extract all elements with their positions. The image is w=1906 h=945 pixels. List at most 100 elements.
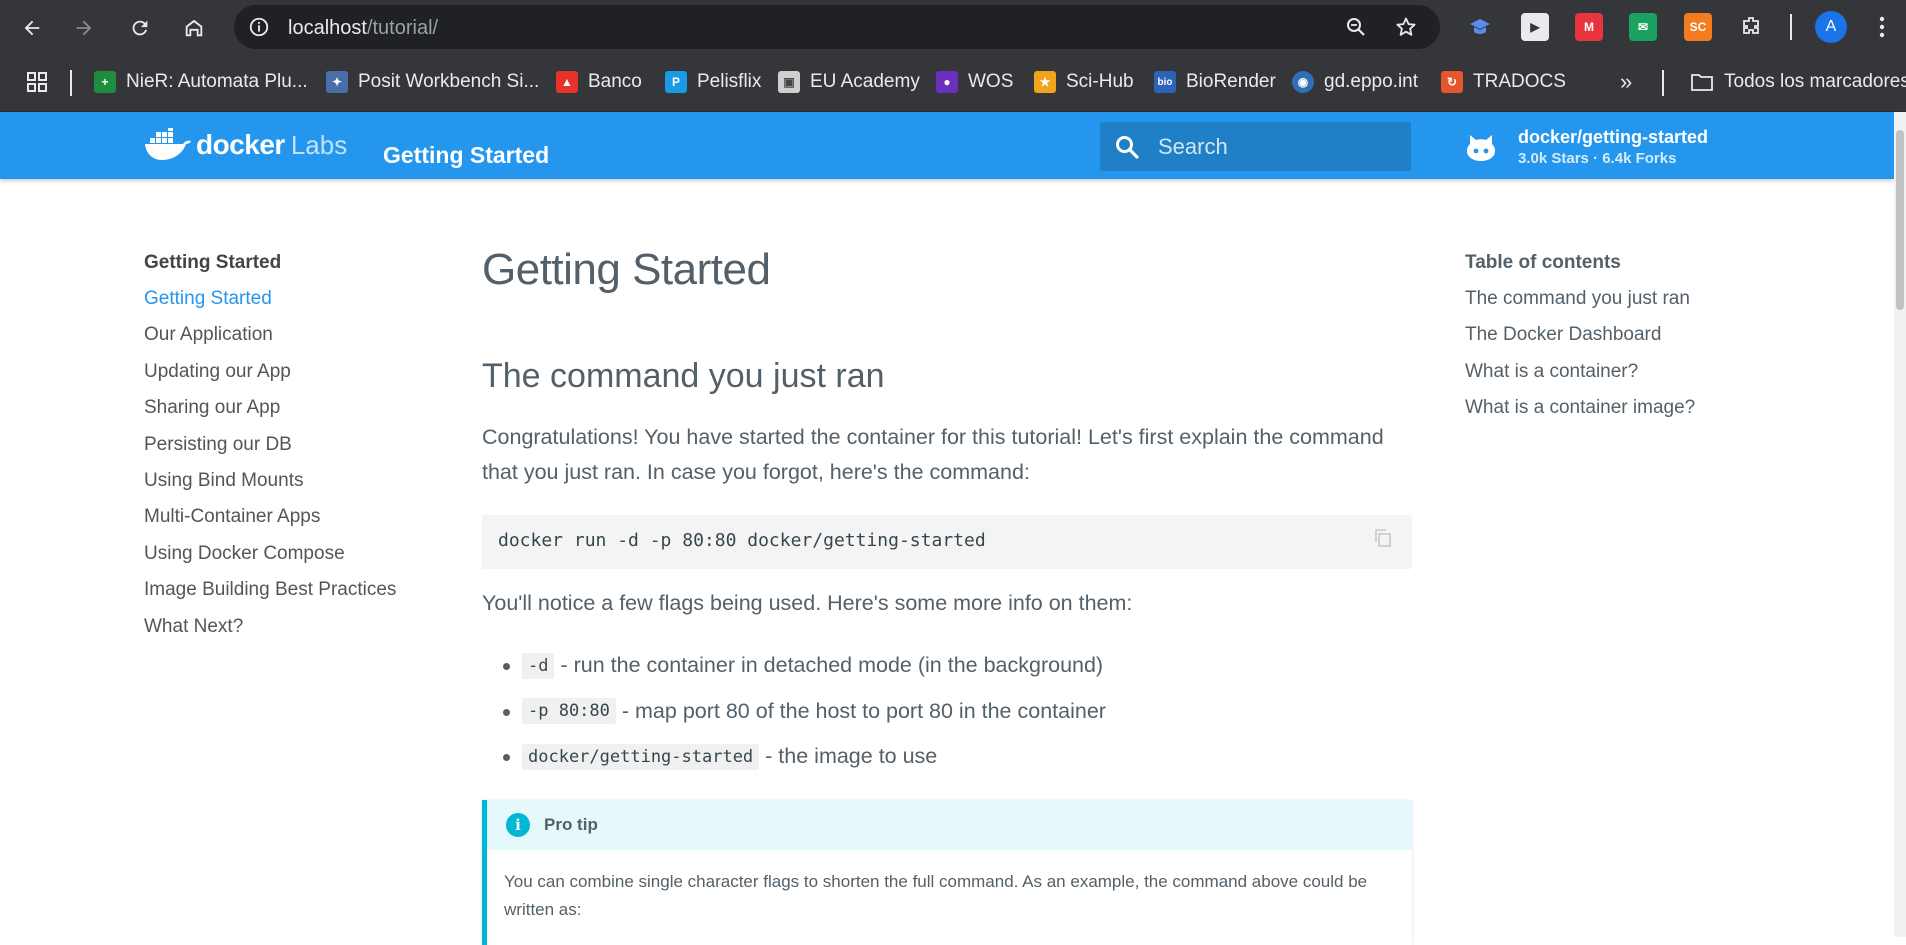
eppo-icon: ◉ (1292, 71, 1314, 93)
bookmark-label: Pelisflix (697, 71, 762, 92)
bookmark-label: TRADOCS (1473, 71, 1566, 92)
bookmark-banco[interactable]: ▲ Banco (556, 68, 642, 96)
bookmark-nier[interactable]: + NieR: Automata Plu... (94, 68, 308, 96)
nav-item-multi-container-apps[interactable]: Multi-Container Apps (144, 504, 444, 540)
arrow-right-icon (76, 20, 92, 36)
flag-description: - the image to use (765, 744, 938, 769)
bookmark-label: Sci-Hub (1066, 71, 1134, 92)
logo-word-labs: Labs (290, 129, 348, 160)
site-info-icon[interactable] (248, 16, 270, 38)
site-title[interactable]: Getting Started (383, 142, 549, 169)
bookmark-tradocs[interactable]: ↻ TRADOCS (1441, 68, 1566, 96)
extension-sc-icon[interactable]: SC (1684, 13, 1712, 41)
toc-item-what-is-a-container[interactable]: What is a container? (1465, 359, 1745, 395)
extension-mail-icon[interactable]: ✉ (1629, 13, 1657, 41)
nav-title[interactable]: Getting Started (144, 250, 444, 286)
address-bar[interactable]: localhost/tutorial/ (234, 5, 1440, 49)
bookmark-eppo[interactable]: ◉ gd.eppo.int (1292, 68, 1418, 96)
back-button[interactable] (16, 12, 48, 44)
list-item: -d - run the container in detached mode (… (482, 643, 1412, 689)
intro-paragraph: Congratulations! You have started the co… (482, 425, 1384, 484)
all-bookmarks-folder[interactable]: Todos los marcadores (1690, 68, 1906, 96)
table-of-contents: Table of contents The command you just r… (1465, 250, 1745, 432)
forward-button[interactable] (68, 12, 100, 44)
nav-item-our-application[interactable]: Our Application (144, 322, 444, 358)
bookmark-label: EU Academy (810, 71, 920, 92)
toolbar-separator (1790, 14, 1792, 40)
nav-item-image-building-best-practices[interactable]: Image Building Best Practices (144, 577, 444, 613)
browser-toolbar: localhost/tutorial/ ▶ M ✉ SC A (0, 0, 1906, 54)
plus-icon: + (94, 71, 116, 93)
more-menu-icon[interactable] (1872, 14, 1892, 40)
flags-intro: You'll notice a few flags being used. He… (482, 591, 1133, 615)
scrollbar-thumb[interactable] (1896, 130, 1904, 310)
profile-avatar[interactable]: A (1815, 11, 1847, 43)
profile-initial: A (1825, 18, 1837, 35)
pelisflix-icon: P (665, 71, 687, 93)
nav-item-what-next[interactable]: What Next? (144, 614, 444, 650)
bookmark-pelisflix[interactable]: P Pelisflix (665, 68, 761, 96)
tradocs-icon: ↻ (1441, 71, 1463, 93)
repo-link[interactable]: docker/getting-started 3.0k Stars · 6.4k… (1464, 127, 1708, 167)
bookmark-label: Banco (588, 71, 642, 92)
bookmarks-separator (1662, 70, 1664, 96)
nav-item-persisting-our-db[interactable]: Persisting our DB (144, 432, 444, 468)
command-text[interactable]: docker run -d -p 80:80 docker/getting-st… (498, 530, 986, 551)
search-input[interactable] (1158, 132, 1398, 162)
nav-item-updating-our-app[interactable]: Updating our App (144, 359, 444, 395)
more-bookmarks-button[interactable]: » (1620, 68, 1632, 96)
reload-button[interactable] (124, 12, 156, 44)
flags-list: -d - run the container in detached mode (… (482, 643, 1412, 780)
docker-whale-icon (145, 128, 191, 160)
bookmark-label: Posit Workbench Si... (358, 71, 540, 92)
home-icon (185, 19, 203, 37)
toc-title: Table of contents (1465, 252, 1621, 273)
inline-code: docker/getting-started (522, 743, 760, 770)
bookmark-posit[interactable]: ✦ Posit Workbench Si... (326, 68, 539, 96)
bookmark-label: NieR: Automata Plu... (126, 71, 308, 92)
pro-tip-admonition: i Pro tip You can combine single charact… (482, 800, 1412, 945)
bookmark-star-icon[interactable] (1394, 15, 1418, 39)
repo-name: docker/getting-started (1518, 127, 1709, 147)
bookmark-scihub[interactable]: ★ Sci-Hub (1034, 68, 1134, 96)
page-scrollbar[interactable] (1894, 112, 1906, 937)
home-button[interactable] (178, 12, 210, 44)
pro-tip-body: You can combine single character flags t… (504, 872, 1368, 919)
toc-item-docker-dashboard[interactable]: The Docker Dashboard (1465, 322, 1745, 358)
zoom-icon[interactable] (1344, 15, 1368, 39)
all-bookmarks-label: Todos los marcadores (1724, 71, 1906, 92)
extension-cube-icon[interactable]: ▶ (1521, 13, 1549, 41)
bookmark-biorender[interactable]: bio BioRender (1154, 68, 1276, 96)
extensions-puzzle-icon[interactable] (1737, 13, 1765, 41)
nav-item-sharing-our-app[interactable]: Sharing our App (144, 395, 444, 431)
copy-icon[interactable] (1373, 528, 1393, 548)
search-box[interactable] (1100, 122, 1411, 171)
nav-item-getting-started[interactable]: Getting Started (144, 286, 444, 322)
bookmark-eu-academy[interactable]: ▣ EU Academy (778, 68, 920, 96)
biorender-icon: bio (1154, 71, 1176, 93)
main-content: Getting Started The command you just ran… (482, 245, 1412, 945)
url-host: localhost (288, 17, 367, 39)
apps-grid-icon[interactable] (26, 71, 48, 93)
code-block: docker run -d -p 80:80 docker/getting-st… (482, 515, 1412, 569)
page-title: Getting Started (482, 245, 771, 294)
pro-tip-label: Pro tip (544, 815, 598, 834)
toc-item-command-you-just-ran[interactable]: The command you just ran (1465, 286, 1745, 322)
bookmark-label: gd.eppo.int (1324, 71, 1419, 92)
wos-icon: ● (936, 71, 958, 93)
bookmark-wos[interactable]: ● WOS (936, 68, 1013, 96)
site-header: docker Labs Getting Started docker/getti… (0, 112, 1894, 179)
pro-tip-header: i Pro tip (487, 800, 1412, 850)
bookmarks-separator (70, 70, 72, 96)
logo-word-docker: docker (196, 129, 285, 160)
reload-icon (132, 20, 148, 36)
nav-item-using-bind-mounts[interactable]: Using Bind Mounts (144, 468, 444, 504)
inline-code: -p 80:80 (522, 698, 616, 725)
folder-icon (1691, 74, 1713, 91)
extension-mendeley-icon[interactable]: M (1575, 13, 1603, 41)
extension-hat-icon[interactable] (1466, 13, 1494, 41)
docker-labs-logo[interactable]: docker Labs (144, 128, 347, 162)
toc-item-what-is-a-container-image[interactable]: What is a container image? (1465, 395, 1745, 431)
section-heading: The command you just ran (482, 357, 885, 395)
nav-item-using-docker-compose[interactable]: Using Docker Compose (144, 541, 444, 577)
